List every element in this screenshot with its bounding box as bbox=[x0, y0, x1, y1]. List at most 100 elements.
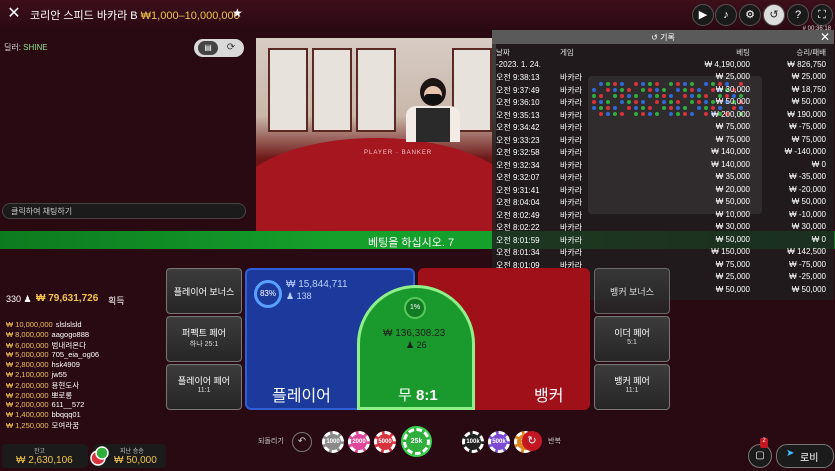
history-cell-bet: ₩ 30,000 bbox=[715, 84, 750, 94]
history-icon[interactable]: ↺ bbox=[763, 4, 785, 26]
favorite-star-icon[interactable]: ★ bbox=[232, 6, 243, 20]
chip-25k[interactable]: 25k bbox=[403, 428, 430, 455]
player-bonus-button[interactable]: 플레이어 보너스 bbox=[166, 268, 242, 314]
history-cell-game: 바카라 bbox=[560, 135, 583, 145]
chip-5000[interactable]: 5000 bbox=[374, 431, 396, 453]
leaderboard-name: bbqqq01 bbox=[51, 410, 81, 419]
banker-pair-button[interactable]: 뱅커 페어 11:1 bbox=[594, 364, 670, 410]
leaderboard-name: 뽀로롱 bbox=[51, 391, 73, 400]
fullscreen-icon[interactable]: ⛶ bbox=[811, 4, 833, 26]
chip-2000[interactable]: 2000 bbox=[348, 431, 370, 453]
settings-gear-icon[interactable]: ⚙ bbox=[739, 4, 761, 26]
betting-message: 베팅을 하십시오. 7 bbox=[368, 237, 455, 249]
history-row: 오전 8:01:59 바카라 ₩ 50,000 ₩ 0 bbox=[492, 234, 834, 246]
last-bet-value: ₩ 50,000 bbox=[114, 455, 157, 466]
history-cell-win: ₩ -75,000 bbox=[789, 259, 826, 269]
leaderboard-row: ₩ 2,800,000 hsk4909 bbox=[6, 360, 80, 369]
history-cell-bet: ₩ 75,000 bbox=[715, 122, 750, 131]
leaderboard-amount: ₩ 2,000,000 bbox=[6, 381, 49, 390]
history-summary-row: -2023. 1. 24. ₩ 4,190,000 ₩ 826,750 bbox=[492, 59, 834, 71]
chat-icon[interactable]: ▤ bbox=[198, 41, 218, 55]
history-cell-win: ₩ 50,000 bbox=[791, 284, 826, 294]
lobby-arrow-icon: ➤ bbox=[786, 448, 795, 459]
tie-percent: 1% bbox=[404, 297, 426, 319]
help-icon[interactable]: ? bbox=[787, 4, 809, 26]
repeat-icon[interactable]: ↻ bbox=[522, 431, 542, 451]
history-cell-bet: ₩ 50,000 bbox=[715, 97, 750, 106]
tie-label: 무 8:1 bbox=[398, 384, 438, 405]
leaderboard-amount: ₩ 1,400,000 bbox=[6, 410, 49, 419]
history-row: 오전 9:34:42 바카라 ₩ 75,000 ₩ -75,000 bbox=[492, 121, 834, 133]
history-row: 오전 9:32:34 바카라 ₩ 140,000 ₩ 0 bbox=[492, 159, 834, 171]
refresh-icon[interactable]: ⟳ bbox=[222, 41, 240, 55]
leaderboard-amount: ₩ 8,000,000 bbox=[6, 330, 49, 339]
leaderboard-amount: ₩ 2,000,000 bbox=[6, 400, 49, 409]
chip-1000[interactable]: 1000 bbox=[322, 431, 344, 453]
perfect-pair-button[interactable]: 퍼펙트 페어 하나 25:1 bbox=[166, 316, 242, 362]
leaderboard-row: ₩ 5,000,000 705_eia_og06 bbox=[6, 350, 99, 359]
undo-icon[interactable]: ↶ bbox=[292, 432, 312, 452]
leaderboard-name: 용현도사 bbox=[51, 381, 80, 390]
history-cell-bet: ₩ 35,000 bbox=[715, 172, 750, 181]
leaderboard-amount: ₩ 5,000,000 bbox=[6, 350, 49, 359]
either-pair-button[interactable]: 이더 페어 5:1 bbox=[594, 316, 670, 362]
history-cell-date: 오전 9:36:10 bbox=[496, 98, 540, 107]
history-cell-date: 오전 9:35:13 bbox=[496, 110, 540, 120]
leaderboard-name: slslslsld bbox=[55, 320, 82, 329]
perfect-pair-odds: 하나 25:1 bbox=[189, 341, 219, 348]
history-cell-game: 바카라 bbox=[560, 223, 583, 232]
history-cell-game: 바카라 bbox=[560, 160, 583, 170]
chat-toggle[interactable]: ▤ ⟳ bbox=[194, 39, 244, 57]
close-icon[interactable]: ✕ bbox=[4, 4, 24, 24]
history-cell-game: 바카라 bbox=[560, 85, 583, 95]
history-cell-bet: ₩ 75,000 bbox=[715, 134, 750, 144]
history-cell-date: 오전 9:34:42 bbox=[496, 123, 540, 132]
history-cell-bet: ₩ 140,000 bbox=[711, 159, 750, 169]
history-cell-game: 바카라 bbox=[560, 235, 583, 245]
history-row: 오전 9:31:41 바카라 ₩ 20,000 ₩ -20,000 bbox=[492, 184, 834, 196]
history-cell-bet: ₩ 10,000 bbox=[715, 209, 750, 219]
leaderboard-amount: ₩ 2,100,000 bbox=[6, 370, 49, 379]
tie-odds: 8:1 bbox=[415, 387, 438, 404]
close-icon[interactable]: ✕ bbox=[820, 30, 830, 44]
volume-icon[interactable]: ♪ bbox=[715, 4, 737, 26]
history-cell-game: 바카라 bbox=[560, 98, 583, 107]
player-pair-button[interactable]: 플레이어 페어 11:1 bbox=[166, 364, 242, 410]
dealer-name: SHINE bbox=[23, 43, 48, 52]
banker-bonus-label: 뱅커 보너스 bbox=[610, 287, 654, 297]
history-cell-win: ₩ -25,000 bbox=[789, 272, 826, 281]
history-cell-date: 오전 9:37:49 bbox=[496, 85, 540, 95]
leaderboard-name: aagogo888 bbox=[51, 330, 90, 339]
chip-100k[interactable]: 100k bbox=[462, 431, 484, 453]
live-video: PLAYER · BANKER bbox=[256, 38, 496, 233]
history-panel: ↺ 기록 ✕ 날짜 게임 베팅 승리/패배 -2023. 1. 24. ₩ 4,… bbox=[492, 30, 834, 300]
lobby-label[interactable]: 로비 bbox=[800, 449, 818, 464]
banker-bonus-button[interactable]: 뱅커 보너스 bbox=[594, 268, 670, 314]
history-row: 오전 8:02:49 바카라 ₩ 10,000 ₩ -10,000 bbox=[492, 209, 834, 221]
leaderboard-name: 모여라꿈 bbox=[51, 421, 80, 430]
notification-badge: 2 bbox=[760, 438, 768, 448]
col-game: 게임 bbox=[560, 48, 574, 57]
history-cell-bet: ₩ 50,000 bbox=[715, 234, 750, 244]
history-cell-win: ₩ -10,000 bbox=[789, 209, 826, 219]
chip-500k[interactable]: 500k bbox=[488, 431, 510, 453]
col-date: 날짜 bbox=[496, 48, 510, 57]
player-percent: 83% bbox=[254, 280, 282, 308]
winners-count: 330 ♟ bbox=[6, 294, 32, 304]
summary-win: ₩ 826,750 bbox=[787, 60, 826, 69]
balance-value: ₩ 2,630,106 bbox=[16, 455, 73, 466]
chat-input[interactable]: 클릭하여 채팅하기 bbox=[2, 203, 246, 219]
history-cell-date: 오전 9:32:07 bbox=[496, 173, 540, 182]
history-title: ↺ 기록 bbox=[651, 33, 675, 42]
history-cell-win: ₩ -20,000 bbox=[789, 184, 826, 194]
player-label: 플레이어 bbox=[272, 388, 331, 405]
history-cell-win: ₩ 142,500 bbox=[787, 247, 826, 256]
player-pair-odds: 11:1 bbox=[197, 387, 211, 394]
table-title: 코리안 스피드 바카라 B ₩1,000–10,000,000 bbox=[30, 7, 240, 23]
history-cell-game: 바카라 bbox=[560, 148, 583, 157]
history-cell-win: ₩ 50,000 bbox=[791, 197, 826, 206]
leaderboard-amount: ₩ 2,800,000 bbox=[6, 360, 49, 369]
video-icon[interactable]: ▶ bbox=[692, 4, 714, 26]
tie-count-value: 26 bbox=[416, 340, 427, 350]
col-win: 승리/패배 bbox=[796, 48, 826, 57]
